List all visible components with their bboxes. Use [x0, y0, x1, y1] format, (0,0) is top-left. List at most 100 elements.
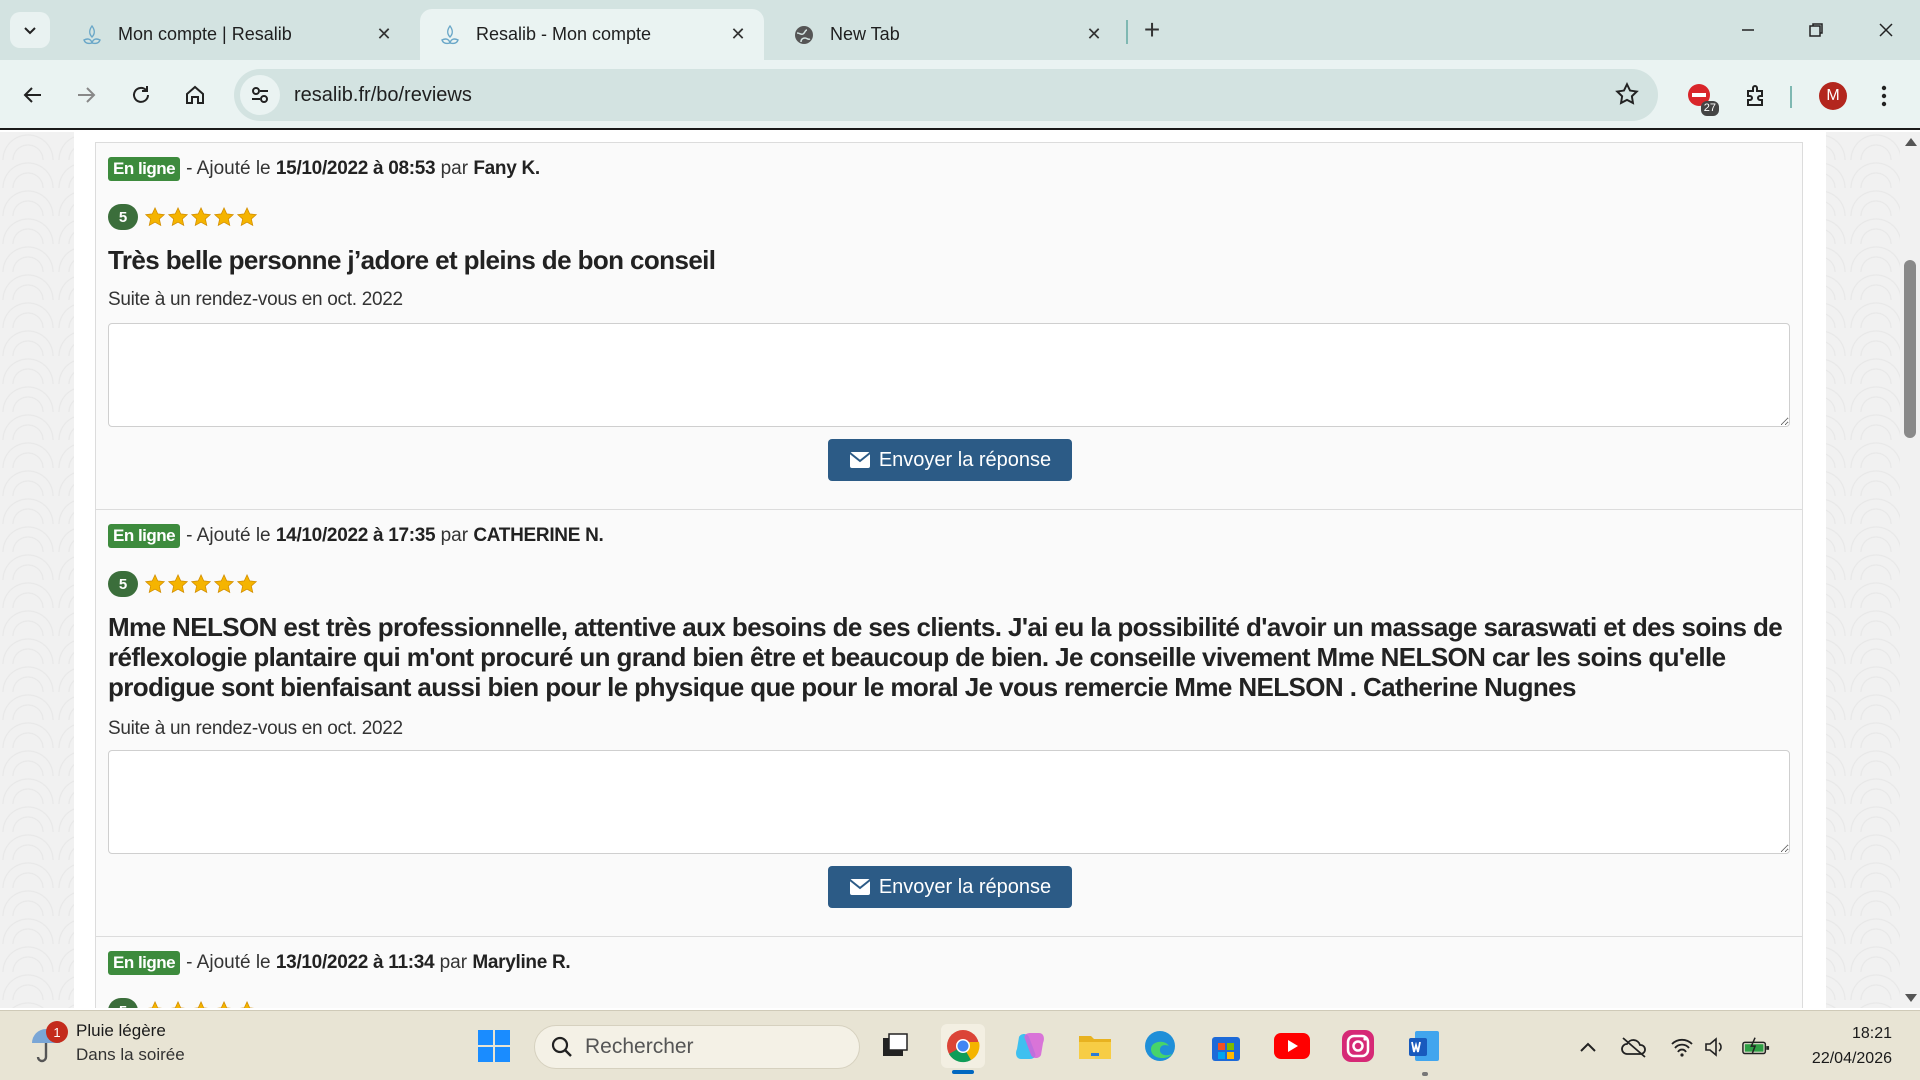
page-scrollbar[interactable]	[1900, 132, 1920, 1008]
wifi-icon	[1671, 1038, 1693, 1057]
star-icon	[236, 206, 258, 227]
taskbar-chrome[interactable]	[941, 1024, 985, 1068]
send-reply-label: Envoyer la réponse	[878, 448, 1052, 471]
bookmark-star-icon[interactable]	[1614, 81, 1640, 112]
search-icon	[551, 1036, 572, 1057]
forward-button[interactable]	[67, 76, 105, 114]
close-icon[interactable]: ✕	[372, 23, 396, 47]
restore-button[interactable]	[1792, 12, 1840, 48]
rating-value: 5	[108, 571, 138, 597]
start-button[interactable]	[472, 1024, 516, 1068]
tray-onedrive[interactable]	[1620, 1033, 1648, 1061]
minimize-icon	[1742, 29, 1754, 31]
home-button[interactable]	[176, 76, 214, 114]
browser-toolbar: resalib.fr/bo/reviews 27	[0, 60, 1920, 130]
tray-overflow-button[interactable]	[1574, 1033, 1602, 1061]
reply-textarea[interactable]	[108, 323, 1790, 427]
scroll-thumb[interactable]	[1904, 260, 1916, 438]
status-badge: En ligne	[108, 951, 181, 975]
rating-value: 5	[108, 998, 138, 1008]
weather-widget[interactable]: 1 Pluie légère Dans la soirée	[28, 1019, 185, 1067]
review-item: En ligne - Ajouté le 13/10/2022 à 11:34 …	[96, 937, 1802, 1008]
reviews-list: En ligne - Ajouté le 15/10/2022 à 08:53 …	[95, 142, 1803, 1008]
review-author: Maryline R.	[472, 952, 571, 973]
arrow-left-icon	[23, 87, 41, 103]
edge-icon	[1145, 1031, 1175, 1061]
tray-wifi[interactable]	[1668, 1033, 1696, 1061]
task-view-button[interactable]	[873, 1024, 917, 1068]
tray-battery[interactable]	[1742, 1033, 1770, 1061]
restore-icon	[1809, 23, 1823, 37]
extension-badge: 27	[1700, 101, 1719, 116]
tab-title: Mon compte | Resalib	[118, 24, 292, 44]
arrow-right-icon	[78, 87, 96, 103]
tab-resalib-mon-compte[interactable]: Resalib - Mon compte ✕	[420, 9, 764, 60]
folder-icon	[1079, 1036, 1111, 1059]
battery-charging-icon	[1742, 1037, 1770, 1055]
copilot-icon	[1016, 1033, 1044, 1059]
rating-row: 5	[108, 571, 259, 597]
taskbar-word[interactable]	[1402, 1024, 1446, 1068]
menu-button[interactable]	[1864, 76, 1904, 116]
review-meta: En ligne - Ajouté le 14/10/2022 à 17:35 …	[108, 524, 604, 548]
visit-info: Suite à un rendez-vous en oct. 2022	[108, 718, 403, 739]
tab-new-tab[interactable]: New Tab ✕	[774, 9, 1120, 60]
status-badge: En ligne	[108, 524, 181, 548]
tab-search-button[interactable]	[10, 12, 50, 48]
chevron-up-icon	[1580, 1042, 1596, 1052]
page-viewport: En ligne - Ajouté le 15/10/2022 à 08:53 …	[0, 132, 1900, 1008]
taskbar-copilot[interactable]	[1008, 1024, 1052, 1068]
search-placeholder: Rechercher	[585, 1035, 694, 1058]
close-icon[interactable]: ✕	[1082, 23, 1106, 47]
visit-info: Suite à un rendez-vous en oct. 2022	[108, 289, 403, 310]
taskbar-clock[interactable]: 18:21 22/04/2026	[1792, 1021, 1892, 1071]
speaker-icon	[1705, 1037, 1722, 1057]
profile-avatar[interactable]: M	[1819, 82, 1847, 110]
star-icon	[190, 206, 212, 227]
puzzle-icon	[1747, 85, 1763, 106]
reload-button[interactable]	[122, 76, 160, 114]
reply-textarea[interactable]	[108, 750, 1790, 854]
reload-icon	[133, 86, 149, 103]
added-prefix: - Ajouté le	[186, 158, 271, 179]
weather-notification-badge: 1	[46, 1021, 68, 1043]
url-text[interactable]: resalib.fr/bo/reviews	[294, 84, 472, 107]
close-icon[interactable]: ✕	[726, 23, 750, 47]
tab-title: New Tab	[830, 24, 900, 44]
star-icon	[167, 573, 189, 594]
taskbar-instagram[interactable]	[1336, 1024, 1380, 1068]
back-button[interactable]	[14, 76, 52, 114]
send-reply-button[interactable]: Envoyer la réponse	[828, 866, 1072, 908]
tab-strip: Mon compte | Resalib ✕ Resalib - Mon com…	[0, 0, 1920, 60]
taskbar-file-explorer[interactable]	[1073, 1024, 1117, 1068]
scroll-up-arrow-icon[interactable]	[1905, 138, 1917, 146]
globe-icon	[792, 23, 816, 47]
send-reply-label: Envoyer la réponse	[878, 875, 1052, 898]
close-window-button[interactable]	[1862, 12, 1910, 48]
clock-time: 18:21	[1851, 1025, 1892, 1042]
envelope-icon	[849, 452, 871, 468]
weather-title: Pluie légère	[76, 1021, 166, 1040]
new-tab-button[interactable]: +	[1136, 14, 1168, 46]
address-bar[interactable]: resalib.fr/bo/reviews	[234, 69, 1658, 121]
send-reply-button[interactable]: Envoyer la réponse	[828, 439, 1072, 481]
tune-icon	[252, 87, 268, 103]
resalib-favicon-icon	[80, 23, 104, 47]
extension-adblock-button[interactable]: 27	[1679, 76, 1719, 116]
taskbar-edge[interactable]	[1138, 1024, 1182, 1068]
site-info-button[interactable]	[240, 75, 280, 115]
tray-volume[interactable]	[1702, 1033, 1730, 1061]
added-prefix: - Ajouté le	[186, 525, 271, 546]
taskbar-youtube[interactable]	[1270, 1024, 1314, 1068]
resalib-favicon-icon	[438, 23, 462, 47]
running-app-indicator	[1422, 1072, 1428, 1076]
taskbar-store[interactable]	[1204, 1024, 1248, 1068]
taskbar-search[interactable]: Rechercher	[534, 1025, 860, 1069]
tab-mon-compte-resalib[interactable]: Mon compte | Resalib ✕	[62, 9, 410, 60]
youtube-icon	[1274, 1033, 1310, 1059]
scroll-down-arrow-icon[interactable]	[1905, 994, 1917, 1002]
minimize-button[interactable]	[1724, 12, 1772, 48]
extensions-button[interactable]	[1736, 76, 1776, 116]
review-item: En ligne - Ajouté le 15/10/2022 à 08:53 …	[96, 143, 1802, 510]
windows-logo-icon	[478, 1030, 510, 1062]
